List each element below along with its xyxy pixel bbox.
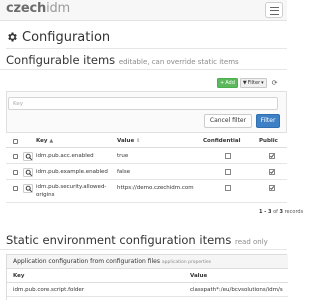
key-filter-input[interactable] — [8, 97, 278, 110]
section-subtitle: read only — [235, 238, 268, 246]
cell-key: idm.pub.example.enabled — [36, 169, 108, 175]
unchecked-box-icon — [225, 153, 231, 159]
brand-logo-part1: czech — [6, 1, 47, 16]
column-header-key[interactable]: Key ▲ — [36, 138, 53, 144]
column-header-value[interactable]: Value ⇕ — [117, 138, 140, 144]
page-header: Configuration — [6, 27, 110, 47]
row-detail-button[interactable] — [23, 152, 33, 161]
refresh-button[interactable]: ⟳ — [268, 78, 281, 88]
section-title: Configurable items — [6, 53, 116, 67]
cell-key: idm.pub.core.script.folder — [13, 287, 85, 293]
filter-icon: ▼ — [242, 80, 247, 86]
hamburger-icon — [270, 10, 279, 12]
application-config-panel: Application configuration from configura… — [6, 254, 288, 300]
table-row: idm.pub.core.script.folder classpath*:/e… — [7, 284, 288, 297]
unchecked-box-icon — [225, 185, 231, 191]
cell-key: idm.pub.security.allowed- origins — [36, 184, 107, 198]
checked-box-icon — [269, 185, 275, 191]
filter-toggle-label: Filter — [247, 80, 261, 86]
row-detail-button[interactable] — [23, 184, 33, 193]
row-select-checkbox[interactable] — [13, 186, 18, 191]
gear-icon — [8, 32, 17, 42]
cancel-filter-button[interactable]: Cancel filter — [204, 114, 252, 128]
row-detail-button[interactable] — [23, 168, 33, 177]
column-header-key: Key — [13, 273, 25, 279]
section-subtitle: editable, can override static items — [118, 58, 239, 66]
checked-box-icon — [269, 153, 275, 159]
cell-value: https://demo.czechidm.com — [117, 185, 194, 191]
row-select-checkbox[interactable] — [13, 154, 18, 159]
sort-asc-icon: ▲ — [49, 138, 54, 144]
cell-key: idm.pub.acc.enabled — [36, 153, 94, 159]
refresh-icon: ⟳ — [271, 79, 278, 87]
pagination-summary: 1 - 3 of 3 records — [259, 209, 304, 215]
static-items-heading: Static environment configuration items r… — [6, 233, 268, 247]
table-header-row: Key ▲ Value ⇕ Confidential Public — [6, 135, 287, 148]
divider — [6, 48, 287, 49]
brand-logo[interactable]: czechidm — [6, 1, 70, 16]
caret-down-icon: ▾ — [261, 80, 264, 86]
search-icon — [25, 169, 32, 177]
cell-value: classpath*:/eu/bcvsolutions/idm/s — [190, 287, 283, 293]
search-icon — [25, 185, 32, 193]
cell-value: false — [117, 169, 131, 175]
apply-filter-button[interactable]: Filter — [256, 114, 280, 128]
table-toolbar: + Add ▼ Filter ▾ ⟳ — [217, 78, 281, 88]
table-row[interactable]: idm.pub.example.enabled false — [6, 165, 287, 180]
select-all-checkbox[interactable] — [13, 139, 18, 144]
table-row[interactable]: idm.pub.acc.enabled true — [6, 149, 287, 164]
column-header-confidential: Confidential — [203, 138, 241, 144]
table-row[interactable]: idm.pub.security.allowed- origins https:… — [6, 181, 287, 203]
column-header-public: Public — [259, 138, 278, 144]
configurable-items-heading: Configurable items editable, can overrid… — [6, 53, 239, 67]
add-button[interactable]: + Add — [217, 78, 238, 88]
panel-title: Application configuration from configura… — [13, 258, 160, 265]
add-button-label: Add — [225, 80, 235, 86]
filter-toggle-button[interactable]: ▼ Filter ▾ — [239, 78, 267, 88]
table-header-row: Key Value — [7, 270, 288, 283]
hamburger-icon — [270, 13, 279, 15]
brand-logo-part2: idm — [46, 1, 70, 16]
cell-value: true — [117, 153, 129, 159]
top-navbar: czechidm — [0, 0, 287, 21]
panel-subtitle: application properties — [161, 260, 212, 265]
search-icon — [25, 153, 32, 161]
row-select-checkbox[interactable] — [13, 170, 18, 175]
hamburger-icon — [270, 6, 279, 8]
column-header-value: Value — [190, 273, 208, 279]
divider — [0, 69, 287, 70]
menu-toggle-button[interactable] — [265, 2, 283, 18]
checked-box-icon — [269, 169, 275, 175]
unchecked-box-icon — [225, 169, 231, 175]
divider — [0, 249, 287, 250]
sort-icon: ⇕ — [136, 138, 141, 144]
page-title: Configuration — [22, 29, 111, 45]
panel-heading: Application configuration from configura… — [7, 255, 288, 269]
plus-icon: + — [220, 80, 225, 86]
section-title: Static environment configuration items — [6, 233, 232, 247]
